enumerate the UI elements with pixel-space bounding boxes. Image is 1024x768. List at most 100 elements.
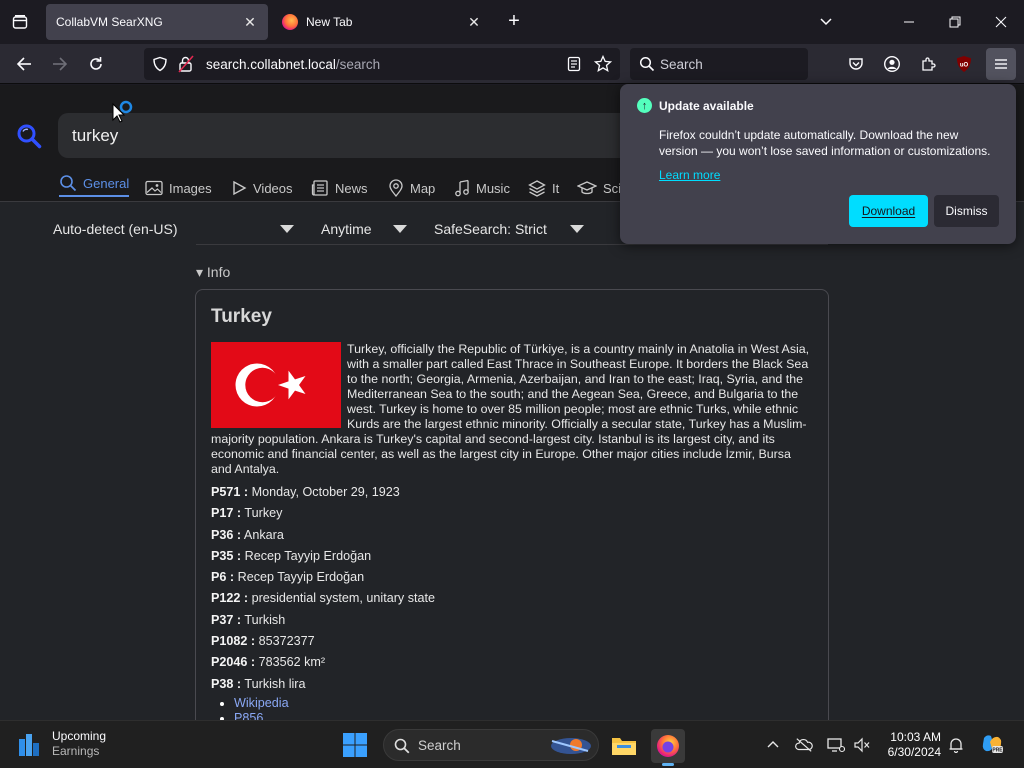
network-icon[interactable] <box>827 736 845 754</box>
tab-new-tab[interactable]: New Tab ✕ <box>272 4 492 40</box>
pocket-button[interactable] <box>844 52 868 76</box>
property-key: P1082 : <box>211 634 256 649</box>
category-news[interactable]: News <box>311 177 368 199</box>
tab-overflow-chevron-icon[interactable] <box>811 8 841 36</box>
newspaper-icon <box>311 180 328 196</box>
close-window-button[interactable] <box>986 8 1016 36</box>
language-select[interactable]: Auto-detect (en-US) <box>53 221 178 237</box>
start-button[interactable] <box>342 732 368 758</box>
divider <box>196 244 828 245</box>
notifications-bell-icon[interactable] <box>947 736 965 754</box>
search-icon <box>639 56 655 72</box>
widget-text: Upcoming Earnings <box>52 729 106 759</box>
popup-body: Firefox couldn’t update automatically. D… <box>659 128 991 158</box>
search-highlight-icon <box>551 738 591 754</box>
web-search-bar[interactable]: Search <box>630 48 808 80</box>
property-value: Turkey <box>244 506 283 521</box>
taskbar-search-box[interactable]: Search <box>383 729 599 761</box>
search-placeholder: Search <box>418 738 461 753</box>
category-videos[interactable]: Videos <box>231 177 293 199</box>
category-music[interactable]: Music <box>454 177 510 199</box>
tab-bar: CollabVM SearXNG ✕ New Tab ✕ + <box>0 0 1024 44</box>
dismiss-button[interactable]: Dismiss <box>934 195 999 227</box>
search-icon <box>394 738 410 754</box>
file-explorer-button[interactable] <box>607 729 641 763</box>
copilot-icon[interactable]: PRE <box>980 732 1004 756</box>
ublock-shield-icon: uO <box>957 56 971 72</box>
app-menu-button[interactable] <box>986 48 1016 80</box>
folder-icon <box>612 738 636 755</box>
wikipedia-link[interactable]: Wikipedia <box>234 696 289 710</box>
arrow-left-icon <box>16 57 31 71</box>
chevron-down-icon[interactable] <box>280 225 294 233</box>
category-map[interactable]: Map <box>388 177 435 199</box>
infobox-description: Turkey, officially the Republic of Türki… <box>211 342 811 477</box>
category-label: Videos <box>253 180 293 196</box>
search-query-input[interactable]: turkey <box>58 113 658 158</box>
safesearch-select[interactable]: SafeSearch: Strict <box>434 221 547 237</box>
bookmark-star-icon[interactable] <box>594 55 612 73</box>
property-key: P17 : <box>211 506 242 521</box>
property-row: P6 : Recep Tayyip Erdoğan <box>211 570 811 591</box>
list-all-tabs-button[interactable] <box>8 10 32 34</box>
widgets-button[interactable]: Upcoming Earnings <box>18 729 106 759</box>
property-row: P38 : Turkish lira <box>211 677 811 698</box>
tab-title: New Tab <box>306 15 353 29</box>
volume-muted-icon[interactable] <box>853 736 871 754</box>
property-row: P122 : presidential system, unitary stat… <box>211 591 811 612</box>
shield-icon[interactable] <box>152 56 168 72</box>
searxng-logo-icon[interactable] <box>16 123 42 149</box>
music-icon <box>455 179 469 197</box>
account-button[interactable] <box>880 52 904 76</box>
property-row: P37 : Turkish <box>211 613 811 634</box>
firefox-icon <box>657 735 679 757</box>
back-button[interactable] <box>12 52 36 76</box>
time-range-select[interactable]: Anytime <box>321 221 372 237</box>
reader-view-icon[interactable] <box>566 56 582 72</box>
category-images[interactable]: Images <box>145 177 212 199</box>
chevron-down-icon[interactable] <box>393 225 407 233</box>
restore-button[interactable] <box>940 8 970 36</box>
property-row: P571 : Monday, October 29, 1923 <box>211 485 811 506</box>
extensions-button[interactable] <box>916 52 940 76</box>
forward-button[interactable] <box>48 52 72 76</box>
property-key: P36 : <box>211 527 242 542</box>
property-key: P37 : <box>211 612 242 627</box>
widget-line-2: Earnings <box>52 744 100 758</box>
firefox-taskbar-button[interactable] <box>651 729 685 766</box>
onedrive-offline-icon[interactable] <box>795 736 813 754</box>
close-icon[interactable]: ✕ <box>466 14 482 30</box>
new-tab-button[interactable]: + <box>503 11 525 33</box>
turkey-flag-image[interactable] <box>211 342 341 428</box>
download-button[interactable]: Download <box>849 195 928 227</box>
graduation-cap-icon <box>577 181 597 195</box>
property-key: P2046 : <box>211 655 256 670</box>
property-value: Recep Tayyip Erdoğan <box>237 570 365 585</box>
close-icon[interactable]: ✕ <box>242 14 258 30</box>
reload-button[interactable] <box>84 52 108 76</box>
address-bar[interactable]: search.collabnet.local/search <box>144 48 620 80</box>
ublock-origin-button[interactable]: uO <box>952 52 976 76</box>
property-key: P38 : <box>211 676 242 691</box>
layers-icon <box>528 180 546 197</box>
p856-link[interactable]: P856 <box>234 711 263 720</box>
clock[interactable]: 10:03 AM 6/30/2024 <box>884 730 941 760</box>
learn-more-link[interactable]: Learn more <box>659 168 720 182</box>
download-button-label: Download <box>861 204 916 218</box>
arrow-right-icon <box>53 57 68 71</box>
list-item: P856 <box>234 711 289 720</box>
url-text: search.collabnet.local/search <box>206 57 380 72</box>
category-general[interactable]: General <box>59 175 130 197</box>
property-row: P36 : Ankara <box>211 528 811 549</box>
property-value: presidential system, unitary state <box>251 591 435 606</box>
show-hidden-icons-chevron-up-icon[interactable] <box>764 736 782 754</box>
tab-collabvm-searxng[interactable]: CollabVM SearXNG ✕ <box>46 4 268 40</box>
puzzle-icon <box>922 57 936 71</box>
info-toggle[interactable]: ▾ Info <box>196 264 230 281</box>
category-label: Images <box>169 180 212 196</box>
category-it[interactable]: It <box>528 177 559 199</box>
url-path: /search <box>335 57 381 72</box>
chevron-down-icon[interactable] <box>570 225 584 233</box>
minimize-button[interactable] <box>894 8 924 36</box>
insecure-lock-icon[interactable] <box>178 55 194 73</box>
